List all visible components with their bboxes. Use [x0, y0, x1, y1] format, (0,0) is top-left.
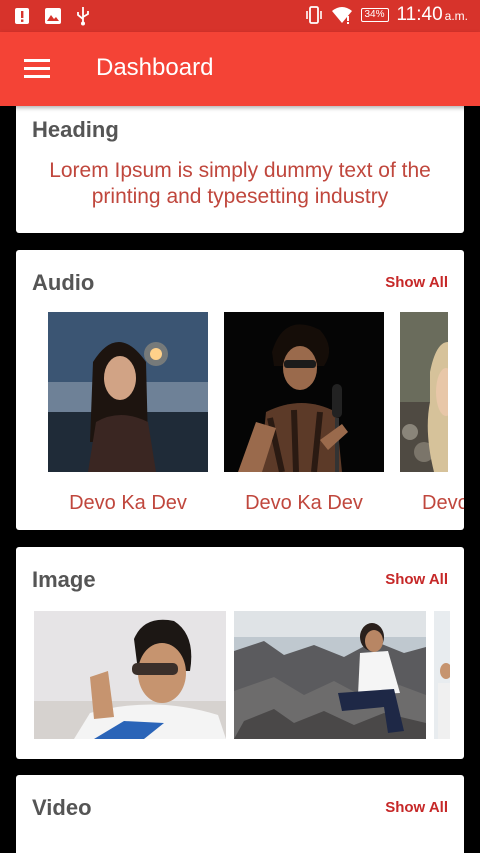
video-show-all-button[interactable]: Show All [385, 799, 448, 816]
menu-button[interactable] [20, 54, 54, 84]
audio-item-caption-text: Devo Ka Dev [422, 492, 464, 514]
audio-section-title: Audio [32, 270, 95, 295]
system-status: 34% 11:40 a.m. [305, 4, 468, 26]
audio-show-all-button[interactable]: Show All [385, 274, 448, 291]
audio-item-caption[interactable]: Devo Ka Dev [48, 492, 208, 515]
usb-icon [77, 7, 89, 26]
clock-ampm: a.m. [444, 9, 468, 23]
image-card: Image Show All [16, 547, 464, 759]
page-title: Dashboard [96, 54, 214, 81]
status-bar: 34% 11:40 a.m. [0, 0, 480, 32]
heading-card: Heading Lorem Ipsum is simply dummy text… [16, 106, 464, 233]
heading-description: Lorem Ipsum is simply dummy text of the … [49, 159, 431, 208]
clock: 11:40 a.m. [397, 4, 468, 26]
image-item-thumbnail[interactable] [434, 611, 450, 739]
audio-card: Audio Show All Devo Ka Dev Devo Ka Dev D… [16, 250, 464, 530]
app-bar: Dashboard [0, 32, 480, 106]
audio-item-thumbnail[interactable] [400, 312, 448, 472]
notification-icons [14, 6, 90, 26]
audio-item-thumbnail[interactable] [48, 312, 208, 472]
dashboard-content[interactable]: Heading Lorem Ipsum is simply dummy text… [0, 106, 480, 853]
alert-notification-icon [15, 8, 29, 24]
image-notification-icon [45, 8, 61, 24]
video-card: Video Show All [16, 775, 464, 853]
battery-indicator: 34% [360, 8, 389, 22]
image-item-thumbnail[interactable] [234, 611, 426, 739]
image-item-thumbnail[interactable] [34, 611, 226, 739]
hamburger-menu-icon [24, 59, 50, 78]
audio-item-caption[interactable]: Devo Ka Dev [224, 492, 384, 515]
image-show-all-button[interactable]: Show All [385, 571, 448, 588]
heading-title: Heading [32, 117, 119, 142]
audio-item-caption[interactable]: Devo Ka Dev [400, 492, 464, 515]
video-section-title: Video [32, 795, 92, 820]
image-section-title: Image [32, 567, 96, 592]
vibrate-icon [305, 6, 322, 24]
wifi-icon [331, 7, 352, 24]
audio-item-thumbnail[interactable] [224, 312, 384, 472]
clock-time: 11:40 [396, 4, 443, 25]
